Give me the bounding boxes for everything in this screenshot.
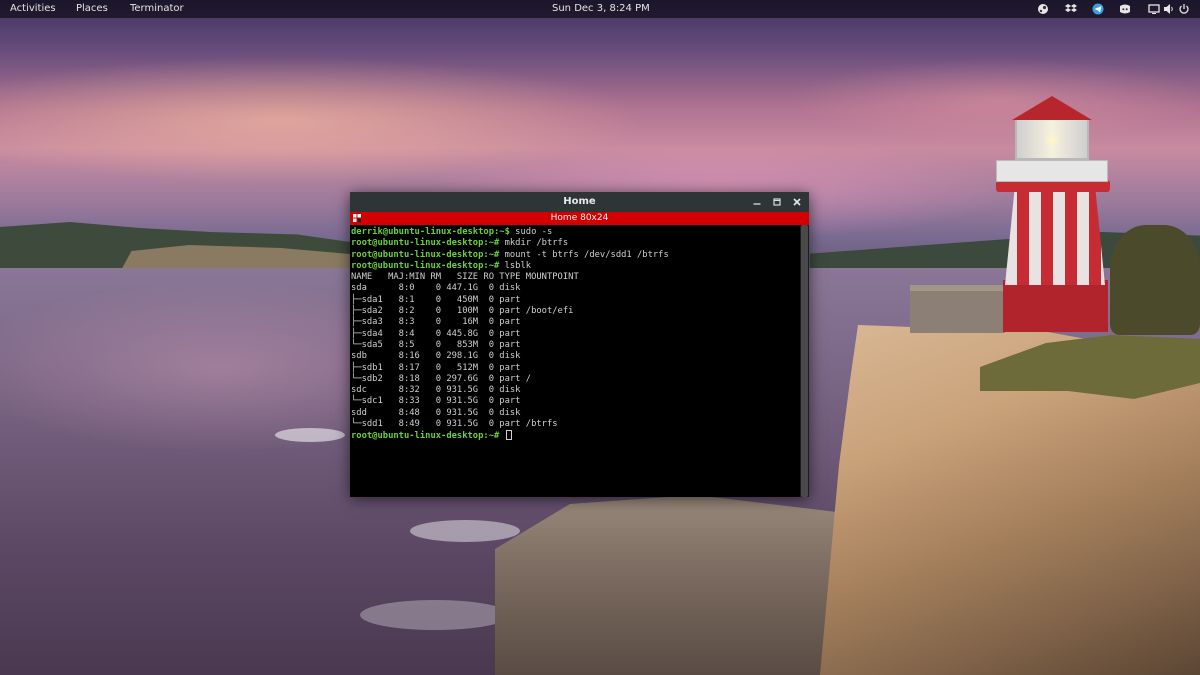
shell-prompt: root@ubuntu-linux-desktop:~# [351, 431, 500, 442]
terminal-scrollbar[interactable] [800, 225, 809, 497]
output-text: ├─sda2 8:2 0 100M 0 part /boot/efi [351, 306, 574, 317]
volume-icon[interactable] [1163, 3, 1175, 15]
shell-prompt: root@ubuntu-linux-desktop:~# [351, 249, 500, 260]
terminal-line: root@ubuntu-linux-desktop:~# [351, 430, 800, 441]
output-text: ├─sdb1 8:17 0 512M 0 part [351, 362, 521, 373]
app-menu-terminator[interactable]: Terminator [130, 3, 184, 14]
shed [910, 285, 1005, 333]
terminal-line: └─sdc1 8:33 0 931.5G 0 part [351, 396, 800, 407]
window-title: Home [563, 196, 596, 207]
terminal-line: sdb 8:16 0 298.1G 0 disk [351, 351, 800, 362]
command-text: mount -t btrfs /dev/sdd1 /btrfs [499, 249, 669, 260]
terminal-line: ├─sda2 8:2 0 100M 0 part /boot/efi [351, 306, 800, 317]
tree [1110, 225, 1200, 335]
terminal-line: NAME MAJ:MIN RM SIZE RO TYPE MOUNTPOINT [351, 272, 800, 283]
terminal-line: sdd 8:48 0 931.5G 0 disk [351, 408, 800, 419]
discord-icon[interactable] [1119, 3, 1131, 15]
close-icon[interactable] [790, 195, 804, 209]
shell-prompt: derrik@ubuntu-linux-desktop:~$ [351, 227, 510, 237]
wave [410, 520, 520, 542]
clock[interactable]: Sun Dec 3, 8:24 PM [552, 3, 650, 14]
output-text: └─sdb2 8:18 0 297.6G 0 part / [351, 373, 532, 384]
wave [275, 428, 345, 442]
terminal-line: └─sdd1 8:49 0 931.5G 0 part /btrfs [351, 419, 800, 430]
terminal-line: root@ubuntu-linux-desktop:~# mkdir /btrf… [351, 238, 800, 249]
command-text: lsblk [499, 260, 532, 271]
terminal-line: root@ubuntu-linux-desktop:~# mount -t bt… [351, 250, 800, 261]
maximize-icon[interactable] [770, 195, 784, 209]
output-text: sdb 8:16 0 298.1G 0 disk [351, 351, 521, 362]
terminal-line: ├─sda3 8:3 0 16M 0 part [351, 317, 800, 328]
output-text: sda 8:0 0 447.1G 0 disk [351, 283, 521, 294]
terminal-tab-label: Home 80x24 [550, 213, 609, 223]
terminal-output[interactable]: derrik@ubuntu-linux-desktop:~$ sudo -s ro… [350, 225, 800, 497]
command-text: mkdir /btrfs [499, 238, 569, 249]
top-bar: Activities Places Terminator Sun Dec 3, … [0, 0, 1200, 18]
wave [360, 600, 510, 630]
shell-prompt: root@ubuntu-linux-desktop:~# [351, 260, 500, 271]
steam-icon[interactable] [1037, 3, 1049, 15]
terminal-window[interactable]: Home Home 80x24 derrik@ubuntu-linux-desk… [350, 192, 809, 497]
telegram-icon[interactable] [1092, 3, 1104, 15]
output-text: └─sda5 8:5 0 853M 0 part [351, 339, 521, 350]
terminal-line: └─sda5 8:5 0 853M 0 part [351, 340, 800, 351]
command-text: sudo -s [509, 227, 553, 237]
terminal-line: ├─sda4 8:4 0 445.8G 0 part [351, 329, 800, 340]
terminal-line: ├─sda1 8:1 0 450M 0 part [351, 295, 800, 306]
places-menu[interactable]: Places [76, 3, 108, 14]
lighthouse-light [1043, 132, 1061, 148]
terminal-line: sdc 8:32 0 931.5G 0 disk [351, 385, 800, 396]
output-text: └─sdc1 8:33 0 931.5G 0 part [351, 396, 521, 407]
shell-prompt: root@ubuntu-linux-desktop:~# [351, 238, 500, 249]
power-icon[interactable] [1178, 3, 1190, 15]
activities-button[interactable]: Activities [10, 3, 56, 14]
scrollbar-thumb[interactable] [801, 225, 808, 497]
output-text: NAME MAJ:MIN RM SIZE RO TYPE MOUNTPOINT [351, 272, 579, 283]
lighthouse-gallery [996, 160, 1108, 182]
terminal-tab-bar[interactable]: Home 80x24 [350, 212, 809, 225]
terminal-line: ├─sdb1 8:17 0 512M 0 part [351, 363, 800, 374]
dropbox-icon[interactable] [1065, 3, 1077, 15]
minimize-icon[interactable] [750, 195, 764, 209]
screen-icon[interactable] [1148, 3, 1160, 15]
terminal-line: sda 8:0 0 447.1G 0 disk [351, 283, 800, 294]
output-text: ├─sda4 8:4 0 445.8G 0 part [351, 328, 521, 339]
terminal-line: derrik@ubuntu-linux-desktop:~$ sudo -s [351, 227, 800, 238]
text-cursor [505, 430, 512, 441]
lighthouse-base [1003, 280, 1108, 332]
terminal-line: root@ubuntu-linux-desktop:~# lsblk [351, 261, 800, 272]
output-text: sdd 8:48 0 931.5G 0 disk [351, 407, 521, 418]
output-text: sdc 8:32 0 931.5G 0 disk [351, 385, 521, 396]
lighthouse-tower [1005, 185, 1105, 285]
window-titlebar[interactable]: Home [350, 192, 809, 212]
output-text: ├─sda3 8:3 0 16M 0 part [351, 317, 521, 328]
output-text: └─sdd1 8:49 0 931.5G 0 part /btrfs [351, 419, 558, 430]
terminal-line: └─sdb2 8:18 0 297.6G 0 part / [351, 374, 800, 385]
command-text [499, 431, 504, 441]
output-text: ├─sda1 8:1 0 450M 0 part [351, 294, 521, 305]
